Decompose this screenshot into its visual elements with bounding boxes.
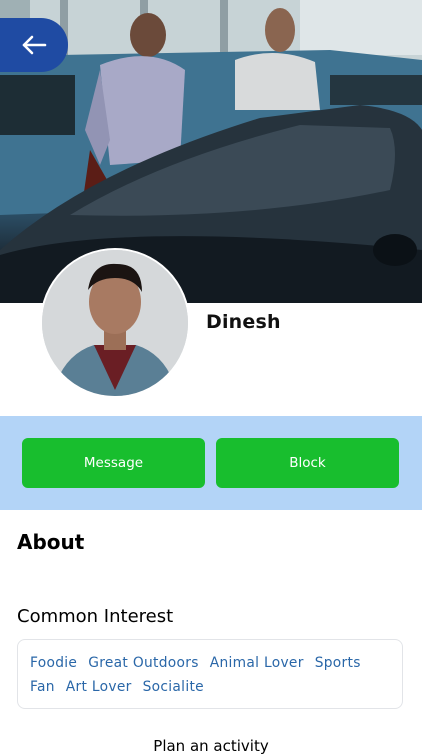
- interest-chip[interactable]: Art Lover: [66, 678, 132, 696]
- plan-activity-link[interactable]: Plan an activity: [0, 737, 422, 755]
- action-band: Message Block: [0, 416, 422, 510]
- avatar: [42, 250, 188, 396]
- interest-chip[interactable]: Sports: [315, 654, 361, 672]
- interest-chip[interactable]: Foodie: [30, 654, 77, 672]
- avatar-photo: [42, 250, 188, 396]
- interest-chip[interactable]: Animal Lover: [210, 654, 304, 672]
- interest-chip[interactable]: Fan: [30, 678, 55, 696]
- interest-chips: Foodie Great Outdoors Animal Lover Sport…: [30, 654, 392, 696]
- arrow-left-icon: [22, 35, 47, 55]
- back-button[interactable]: [0, 18, 68, 72]
- message-button[interactable]: Message: [22, 438, 205, 488]
- common-interest-heading: Common Interest: [17, 606, 174, 627]
- profile-name: Dinesh: [206, 311, 281, 333]
- interest-chip[interactable]: Great Outdoors: [88, 654, 199, 672]
- interest-chip[interactable]: Socialite: [143, 678, 204, 696]
- block-button[interactable]: Block: [216, 438, 399, 488]
- about-heading: About: [17, 530, 85, 554]
- interest-list: Foodie Great Outdoors Animal Lover Sport…: [17, 639, 403, 709]
